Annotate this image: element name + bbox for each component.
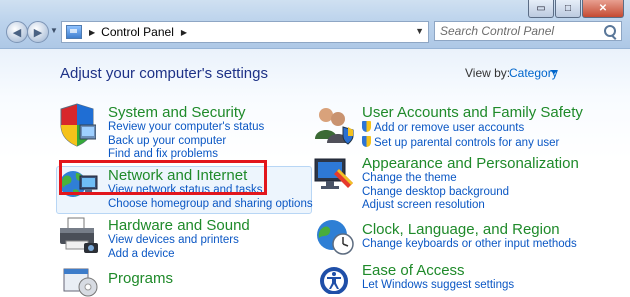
link-windows-suggest[interactable]: Let Windows suggest settings — [362, 279, 514, 293]
link-devices-printers[interactable]: View devices and printers — [108, 234, 250, 248]
recent-pages-dropdown[interactable]: ▼ — [50, 26, 58, 35]
link-screen-resolution[interactable]: Adjust screen resolution — [362, 199, 579, 213]
link-back-up[interactable]: Back up your computer — [108, 135, 264, 149]
ease-of-access-icon[interactable] — [314, 264, 354, 294]
clock-globe-icon[interactable] — [316, 217, 354, 255]
search-input[interactable]: Search Control Panel — [434, 21, 622, 41]
address-dropdown-icon[interactable]: ▼ — [415, 26, 424, 36]
page-title: Adjust your computer's settings — [60, 65, 268, 82]
category-user-accounts: User Accounts and Family Safety Add or r… — [362, 104, 583, 150]
category-title-programs[interactable]: Programs — [108, 270, 173, 287]
control-panel-icon — [66, 25, 82, 39]
back-arrow-icon: ◀ — [12, 26, 22, 39]
maximize-button[interactable]: □ — [555, 0, 581, 18]
annotation-highlight-box — [59, 160, 267, 195]
caption-buttons: ▭ □ ✕ — [528, 0, 624, 18]
view-by-label: View by: — [465, 66, 511, 80]
category-programs: Programs — [108, 270, 173, 287]
link-add-remove-accounts[interactable]: Add or remove user accounts — [362, 121, 583, 136]
search-placeholder: Search Control Panel — [440, 24, 555, 38]
category-hardware-sound: Hardware and Sound View devices and prin… — [108, 217, 250, 261]
minimize-button[interactable]: ▭ — [528, 0, 554, 18]
link-add-device[interactable]: Add a device — [108, 248, 250, 262]
link-desktop-background[interactable]: Change desktop background — [362, 186, 579, 200]
category-clock-language: Clock, Language, and Region Change keybo… — [362, 221, 577, 252]
shield-icon[interactable] — [58, 103, 96, 147]
breadcrumb-separator[interactable]: ▶ — [89, 28, 95, 37]
category-system-security: System and Security Review your computer… — [108, 104, 264, 162]
breadcrumb-control-panel[interactable]: Control Panel — [101, 25, 174, 39]
category-appearance: Appearance and Personalization Change th… — [362, 155, 579, 213]
link-change-keyboards[interactable]: Change keyboards or other input methods — [362, 238, 577, 252]
chevron-down-icon[interactable] — [550, 70, 558, 74]
category-title-hardware-sound[interactable]: Hardware and Sound — [108, 217, 250, 234]
monitor-icon[interactable] — [313, 155, 355, 193]
link-change-theme[interactable]: Change the theme — [362, 172, 579, 186]
category-title-clock-language[interactable]: Clock, Language, and Region — [362, 221, 577, 238]
category-title-ease-of-access[interactable]: Ease of Access — [362, 262, 514, 279]
uac-shield-icon — [362, 121, 371, 132]
link-parental-controls[interactable]: Set up parental controls for any user — [362, 135, 583, 151]
close-button[interactable]: ✕ — [582, 0, 624, 18]
uac-shield-icon — [362, 135, 371, 147]
link-review-status[interactable]: Review your computer's status — [108, 121, 264, 135]
printer-icon[interactable] — [58, 215, 100, 255]
link-homegroup-sharing[interactable]: Choose homegroup and sharing options — [108, 198, 313, 212]
category-title-appearance[interactable]: Appearance and Personalization — [362, 155, 579, 172]
category-ease-of-access: Ease of Access Let Windows suggest setti… — [362, 262, 514, 293]
window-chrome: ▭ □ ✕ ◀ ▶ ▼ ▶ Control Panel ▶ ▼ Search C… — [0, 0, 630, 49]
forward-button[interactable]: ▶ — [27, 21, 49, 43]
category-title-user-accounts[interactable]: User Accounts and Family Safety — [362, 104, 583, 121]
forward-arrow-icon: ▶ — [33, 26, 43, 39]
search-icon[interactable] — [604, 25, 616, 37]
back-button[interactable]: ◀ — [6, 21, 28, 43]
control-panel-content: Adjust your computer's settings View by:… — [0, 49, 630, 297]
category-title-system-security[interactable]: System and Security — [108, 104, 264, 121]
users-icon[interactable] — [313, 105, 355, 145]
address-bar[interactable]: ▶ Control Panel ▶ ▼ — [61, 21, 429, 43]
breadcrumb-separator-end[interactable]: ▶ — [181, 28, 187, 37]
